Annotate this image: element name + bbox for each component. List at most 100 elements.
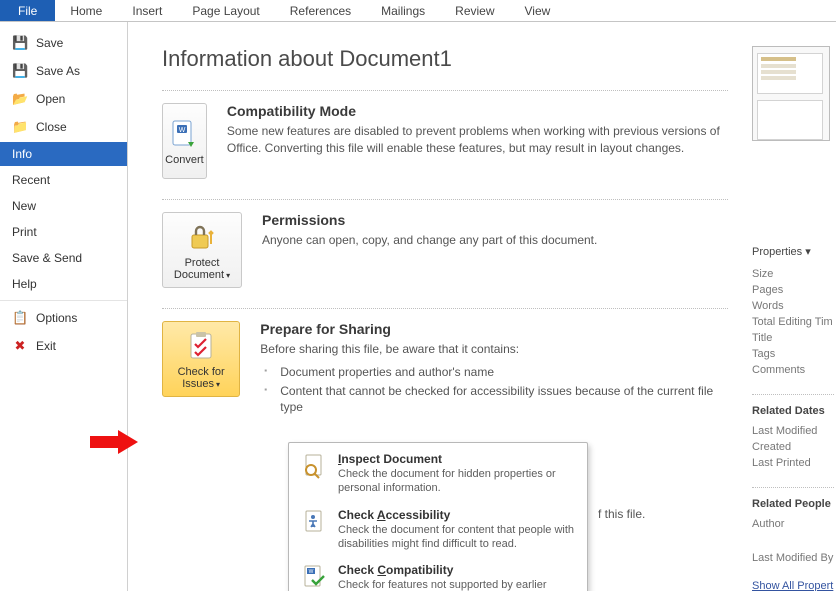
- tab-file[interactable]: File: [0, 0, 55, 21]
- sidebar-info[interactable]: Info: [0, 142, 127, 166]
- exit-icon: ✖: [12, 338, 28, 354]
- check-issues-menu: Inspect Document Check the document for …: [288, 442, 588, 591]
- ribbon-tabs: File Home Insert Page Layout References …: [0, 0, 836, 22]
- prop-row: Last Modified By: [752, 550, 834, 566]
- prop-row: Title: [752, 330, 834, 346]
- tab-mailings[interactable]: Mailings: [366, 0, 440, 21]
- prop-row: Author: [752, 516, 834, 532]
- section-compatibility: W Convert Compatibility Mode Some new fe…: [162, 90, 728, 199]
- backstage-sidebar: 💾Save 💾Save As 📂Open 📁Close Info Recent …: [0, 22, 128, 591]
- sidebar-options[interactable]: 📋 Options: [0, 305, 127, 331]
- close-icon: 📁: [12, 119, 28, 135]
- svg-text:W: W: [309, 569, 314, 575]
- section-heading: Permissions: [262, 212, 597, 228]
- section-prepare-sharing: Check for Issues▾ Prepare for Sharing Be…: [162, 308, 728, 437]
- open-icon: 📂: [12, 91, 28, 107]
- button-label: Convert: [165, 154, 204, 166]
- menu-item-desc: Check for features not supported by earl…: [338, 578, 576, 591]
- sidebar-label: Save As: [36, 64, 80, 78]
- sidebar-label: Info: [12, 147, 32, 161]
- related-dates-heading: Related Dates: [752, 394, 834, 417]
- sidebar-exit[interactable]: ✖ Exit: [0, 333, 127, 359]
- properties-heading[interactable]: Properties ▾: [752, 245, 834, 258]
- prop-row: Words: [752, 298, 834, 314]
- thumb-page: [757, 53, 823, 94]
- sidebar-close[interactable]: 📁 Close: [0, 114, 127, 140]
- inspect-document-icon: [300, 452, 328, 480]
- compatibility-icon: W: [300, 563, 328, 591]
- sidebar-label: Close: [36, 120, 67, 134]
- save-icon: 💾: [12, 35, 28, 51]
- chevron-down-icon: ▾: [805, 246, 811, 258]
- related-people-heading: Related People: [752, 487, 834, 510]
- save-as-icon: 💾: [12, 63, 28, 79]
- prop-row: Last Modified: [752, 423, 834, 439]
- sidebar-save-as[interactable]: 💾 Save As: [0, 58, 127, 84]
- section-text: Some new features are disabled to preven…: [227, 123, 728, 157]
- section-heading: Prepare for Sharing: [260, 321, 728, 337]
- show-all-properties-link[interactable]: Show All Propert: [752, 580, 833, 591]
- tab-view[interactable]: View: [510, 0, 566, 21]
- prop-row: Size: [752, 266, 834, 282]
- tab-page-layout[interactable]: Page Layout: [177, 0, 274, 21]
- tab-insert[interactable]: Insert: [117, 0, 177, 21]
- annotation-arrow: [88, 430, 140, 454]
- prop-row: Pages: [752, 282, 834, 298]
- menu-check-accessibility[interactable]: Check Accessibility Check the document f…: [292, 502, 584, 558]
- properties-pane: Properties ▾ Size Pages Words Total Edit…: [746, 22, 836, 591]
- menu-check-compatibility[interactable]: W Check Compatibility Check for features…: [292, 557, 584, 591]
- backstage-content: Information about Document1 W Convert Co…: [128, 22, 746, 591]
- check-issues-icon: [185, 330, 217, 362]
- section-text: Before sharing this file, be aware that …: [260, 341, 728, 358]
- convert-icon: W: [168, 118, 200, 150]
- sidebar-label: Options: [36, 311, 77, 325]
- prop-row: Created: [752, 439, 834, 455]
- button-label: Check for Issues▾: [165, 366, 237, 390]
- options-icon: 📋: [12, 310, 28, 326]
- issues-list: Document properties and author's name Co…: [260, 363, 728, 417]
- convert-button[interactable]: W Convert: [162, 103, 207, 179]
- prop-row: Total Editing Tim: [752, 314, 834, 330]
- menu-item-title: Check Compatibility: [338, 563, 576, 577]
- sidebar-label: Exit: [36, 339, 56, 353]
- thumb-page: [757, 100, 823, 141]
- tab-references[interactable]: References: [275, 0, 366, 21]
- menu-item-title: Inspect Document: [338, 452, 576, 466]
- sidebar-label: Recent: [12, 173, 50, 187]
- tab-review[interactable]: Review: [440, 0, 509, 21]
- menu-item-desc: Check the document for content that peop…: [338, 523, 576, 552]
- sidebar-help[interactable]: Help: [0, 272, 127, 296]
- sidebar-open[interactable]: 📂 Open: [0, 86, 127, 112]
- svg-text:W: W: [179, 127, 186, 134]
- prop-row: Last Printed: [752, 455, 834, 471]
- sidebar-label: New: [12, 199, 36, 213]
- sidebar-label: Open: [36, 92, 65, 106]
- section-heading: Compatibility Mode: [227, 103, 728, 119]
- check-issues-button[interactable]: Check for Issues▾: [162, 321, 240, 397]
- page-title: Information about Document1: [162, 46, 728, 72]
- sidebar-new[interactable]: New: [0, 194, 127, 218]
- document-thumb: [752, 46, 830, 141]
- accessibility-icon: [300, 508, 328, 536]
- list-item: Document properties and author's name: [264, 363, 728, 382]
- sidebar-label: Print: [12, 225, 37, 239]
- sidebar-print[interactable]: Print: [0, 220, 127, 244]
- tab-home[interactable]: Home: [55, 0, 117, 21]
- list-item: Content that cannot be checked for acces…: [264, 382, 728, 418]
- menu-item-desc: Check the document for hidden properties…: [338, 467, 576, 496]
- menu-inspect-document[interactable]: Inspect Document Check the document for …: [292, 446, 584, 502]
- section-text: Anyone can open, copy, and change any pa…: [262, 232, 597, 249]
- chevron-down-icon: ▾: [216, 380, 220, 389]
- sidebar-save[interactable]: 💾Save: [0, 30, 127, 56]
- sidebar-label: Save & Send: [12, 251, 82, 265]
- partial-text: f this file.: [598, 507, 645, 521]
- button-label: Protect Document▾: [165, 257, 239, 281]
- sidebar-recent[interactable]: Recent: [0, 168, 127, 192]
- protect-icon: [186, 221, 218, 253]
- menu-item-title: Check Accessibility: [338, 508, 576, 522]
- sidebar-save-send[interactable]: Save & Send: [0, 246, 127, 270]
- prop-row: Comments: [752, 362, 834, 378]
- sidebar-label: Help: [12, 277, 37, 291]
- protect-document-button[interactable]: Protect Document▾: [162, 212, 242, 288]
- section-permissions: Protect Document▾ Permissions Anyone can…: [162, 199, 728, 308]
